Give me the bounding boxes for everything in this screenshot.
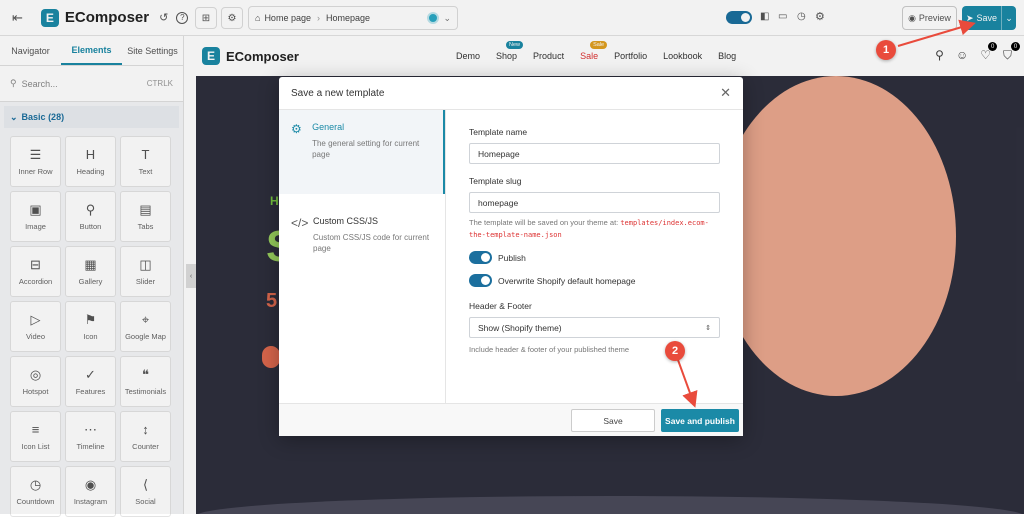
modal-nav-desc: The general setting for current page: [312, 139, 420, 159]
template-slug-label: Template slug: [469, 176, 522, 186]
template-form: Template name Homepage Template slug hom…: [469, 127, 721, 366]
select-arrows-icon: ⇕: [705, 324, 711, 332]
modal-nav: ⚙ General The general setting for curren…: [279, 110, 446, 403]
overwrite-row: Overwrite Shopify default homepage: [469, 274, 721, 287]
modal-footer: Save Save and publish: [279, 403, 743, 436]
template-name-label: Template name: [469, 127, 528, 137]
hint-prefix: The template will be saved on your theme…: [469, 218, 621, 227]
gear-icon: ⚙: [291, 122, 302, 136]
header-footer-label: Header & Footer: [469, 301, 532, 311]
overwrite-homepage-toggle[interactable]: [469, 274, 492, 287]
save-and-publish-button[interactable]: Save and publish: [661, 409, 739, 432]
template-path-hint: The template will be saved on your theme…: [469, 217, 721, 241]
modal-nav-general[interactable]: ⚙ General The general setting for curren…: [279, 110, 445, 194]
overwrite-label: Overwrite Shopify default homepage: [498, 275, 636, 286]
publish-toggle[interactable]: [469, 251, 492, 264]
template-slug-input[interactable]: homepage: [469, 192, 720, 213]
save-template-modal: Save a new template ✕ ⚙ General The gene…: [279, 77, 743, 436]
modal-nav-desc: Custom CSS/JS code for current page: [313, 233, 430, 253]
code-icon: </>: [291, 216, 309, 230]
annotation-marker-1: 1: [876, 40, 896, 60]
close-icon[interactable]: ✕: [720, 85, 731, 101]
modal-save-button[interactable]: Save: [571, 409, 655, 432]
modal-nav-title: General: [312, 122, 345, 132]
modal-header: Save a new template ✕: [279, 77, 743, 110]
header-footer-select[interactable]: Show (Shopify theme) ⇕: [469, 317, 720, 338]
header-footer-value: Show (Shopify theme): [478, 322, 562, 333]
modal-nav-title: Custom CSS/JS: [313, 216, 379, 226]
modal-title: Save a new template: [291, 87, 385, 99]
annotation-marker-2: 2: [665, 341, 685, 361]
modal-nav-custom-css-js[interactable]: </> Custom CSS/JS Custom CSS/JS code for…: [279, 204, 445, 288]
template-name-input[interactable]: Homepage: [469, 143, 720, 164]
publish-row: Publish: [469, 251, 721, 264]
publish-label: Publish: [498, 252, 526, 263]
